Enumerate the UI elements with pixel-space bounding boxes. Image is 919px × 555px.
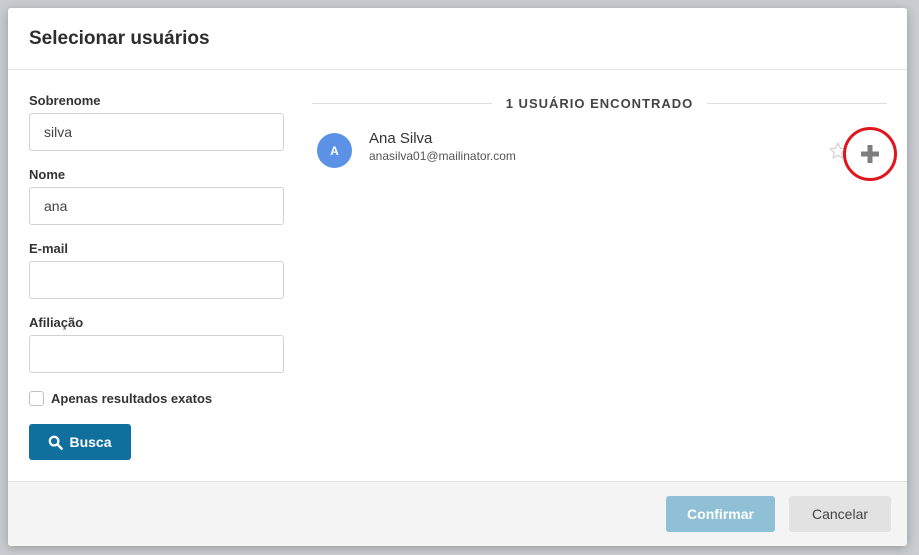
surname-input[interactable] [29, 113, 284, 151]
search-icon [49, 435, 64, 450]
exact-results-label[interactable]: Apenas resultados exatos [51, 391, 212, 406]
add-user-button[interactable] [843, 127, 897, 181]
name-label: Nome [29, 167, 66, 182]
search-form: Sobrenome Nome E-mail Afiliação Apenas r… [29, 93, 285, 460]
user-name: Ana Silva [369, 130, 433, 147]
user-row: A Ana Silva anasilva01@mailinator.com [312, 127, 897, 181]
select-users-modal: Selecionar usuários Sobrenome Nome E-mai… [8, 8, 907, 546]
surname-label: Sobrenome [29, 93, 101, 108]
name-input[interactable] [29, 187, 284, 225]
modal-title: Selecionar usuários [29, 27, 210, 49]
avatar: A [317, 133, 352, 168]
search-button-label: Busca [69, 434, 112, 450]
results-panel: 1 USUÁRIO ENCONTRADO A Ana Silva anasilv… [312, 93, 897, 181]
email-label: E-mail [29, 241, 69, 256]
user-email: anasilva01@mailinator.com [369, 149, 516, 163]
search-button[interactable]: Busca [29, 424, 131, 460]
affiliation-input[interactable] [29, 335, 284, 373]
results-divider-left [312, 102, 492, 104]
modal-footer: Confirmar Cancelar [8, 481, 907, 546]
exact-results-checkbox[interactable] [29, 391, 44, 406]
modal-header: Selecionar usuários [8, 8, 907, 70]
plus-icon [861, 145, 879, 163]
results-header: 1 USUÁRIO ENCONTRADO [312, 93, 888, 113]
confirm-button[interactable]: Confirmar [666, 496, 775, 532]
affiliation-label: Afiliação [29, 315, 84, 330]
cancel-button[interactable]: Cancelar [789, 496, 891, 532]
results-count: 1 USUÁRIO ENCONTRADO [505, 95, 694, 111]
results-divider-right [707, 102, 888, 104]
modal-body: Sobrenome Nome E-mail Afiliação Apenas r… [8, 70, 907, 481]
exact-results-option: Apenas resultados exatos [29, 391, 285, 406]
email-input[interactable] [29, 261, 284, 299]
